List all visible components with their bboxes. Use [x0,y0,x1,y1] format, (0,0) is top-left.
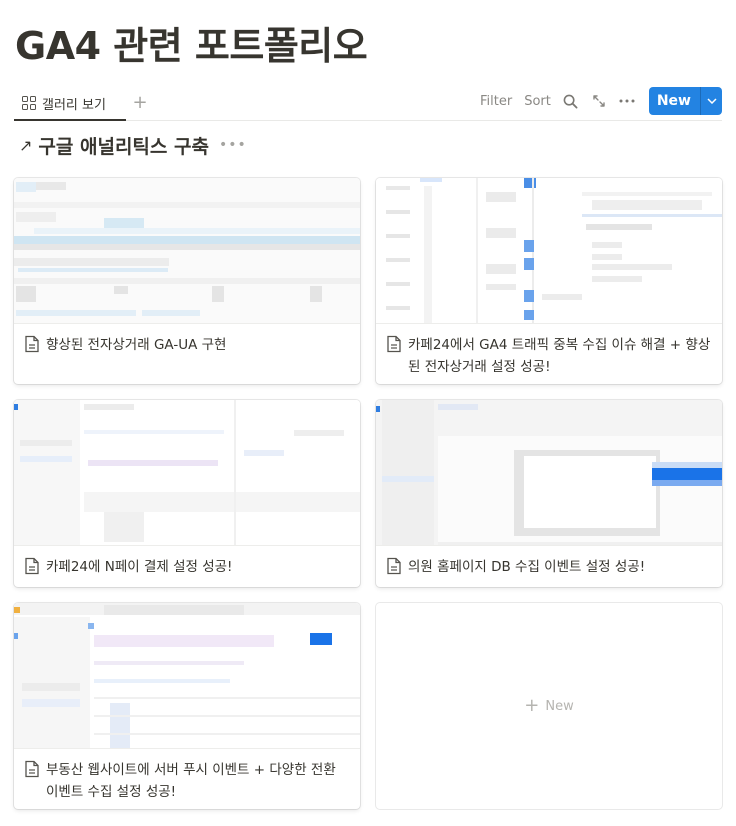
chevron-down-icon [706,98,717,104]
more-options-button[interactable] [613,87,641,115]
card-body: 향상된 전자상거래 GA-UA 구현 [14,324,360,364]
sort-button[interactable]: Sort [518,94,557,109]
new-button-label[interactable]: New [649,87,700,115]
gallery-icon [22,96,36,110]
gallery-card[interactable]: 부동산 웹사이트에 서버 푸시 이벤트 + 다양한 전환 이벤트 수집 설정 성… [14,603,360,809]
gallery-card[interactable]: 카페24에서 GA4 트래픽 중복 수집 이슈 해결 + 향상된 전자상거래 설… [376,178,722,384]
group-header: ↗ 구글 애널리틱스 구축 ••• [19,130,247,160]
document-icon [387,335,401,353]
card-thumbnail [376,400,722,546]
page-title[interactable]: GA4 관련 포트폴리오 [15,18,368,74]
tab-gallery-view-label: 갤러리 보기 [42,97,106,113]
card-thumbnail [376,178,722,324]
card-body: 부동산 웹사이트에 서버 푸시 이벤트 + 다양한 전환 이벤트 수집 설정 성… [14,749,360,809]
expand-icon [593,95,605,107]
card-thumbnail [14,400,360,546]
card-title: 부동산 웹사이트에 서버 푸시 이벤트 + 다양한 전환 이벤트 수집 설정 성… [46,762,336,800]
card-body: 카페24에 N페이 결제 설정 성공! [14,546,360,586]
arrow-up-right-icon: ↗ [19,135,33,155]
gallery-card[interactable]: 카페24에 N페이 결제 설정 성공! [14,400,360,587]
search-button[interactable] [557,87,585,115]
document-icon [25,760,39,778]
card-title: 의원 홈페이지 DB 수집 이벤트 설정 성공! [408,559,646,575]
gallery-card[interactable]: 향상된 전자상거래 GA-UA 구현 [14,178,360,384]
new-button[interactable]: New [648,87,722,115]
add-new-card-button[interactable]: + New [376,603,722,809]
filter-button[interactable]: Filter [474,94,518,109]
plus-icon: + [132,91,148,113]
document-icon [25,557,39,575]
group-title[interactable]: 구글 애널리틱스 구축 [38,132,209,159]
plus-icon: + [524,695,540,716]
tab-gallery-view[interactable]: 갤러리 보기 [14,86,126,121]
add-view-button[interactable]: + [130,91,150,113]
card-title: 카페24에서 GA4 트래픽 중복 수집 이슈 해결 + 향상된 전자상거래 설… [408,337,711,375]
add-new-card-label: New [545,698,574,714]
view-toolbar: Filter Sort New [474,87,722,115]
document-icon [25,335,39,353]
card-title: 향상된 전자상거래 GA-UA 구현 [46,337,227,353]
view-bar: 갤러리 보기 + Filter Sort New [14,86,722,121]
card-body: 카페24에서 GA4 트래픽 중복 수집 이슈 해결 + 향상된 전자상거래 설… [376,324,722,384]
search-icon [563,94,578,108]
card-title: 카페24에 N페이 결제 설정 성공! [46,559,233,575]
new-dropdown-button[interactable] [700,87,722,115]
expand-button[interactable] [585,87,613,115]
gallery-card[interactable]: 의원 홈페이지 DB 수집 이벤트 설정 성공! [376,400,722,587]
document-icon [387,557,401,575]
card-thumbnail [14,603,360,749]
more-horizontal-icon [619,99,635,103]
card-body: 의원 홈페이지 DB 수집 이벤트 설정 성공! [376,546,722,586]
group-more-button[interactable]: ••• [219,137,247,153]
card-thumbnail [14,178,360,324]
